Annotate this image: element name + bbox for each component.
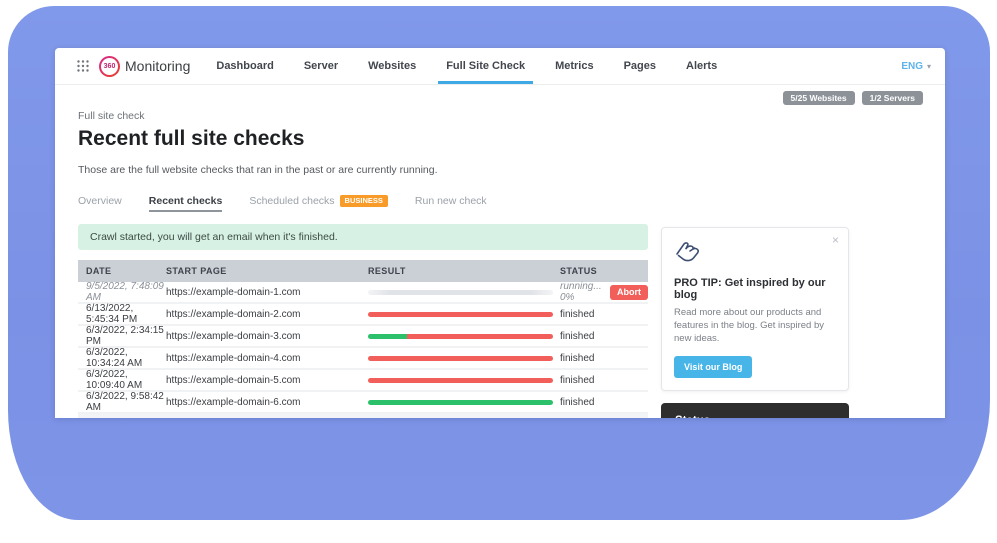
chevron-down-icon: ▾ <box>927 62 931 71</box>
table-header: DATE START PAGE RESULT STATUS <box>78 260 648 282</box>
col-status: STATUS <box>560 266 648 276</box>
check-date: 6/3/2022, 2:34:15 PM <box>78 325 166 347</box>
checks-column: Crawl started, you will get an email whe… <box>78 224 648 418</box>
protip-title: PRO TIP: Get inspired by our blog <box>674 277 836 301</box>
protip-body: Read more about our products and feature… <box>674 307 836 345</box>
check-status: running... 0% <box>560 281 603 303</box>
subtabs: Overview Recent checks Scheduled checks … <box>78 193 923 209</box>
brand-logo[interactable]: 360 Monitoring <box>99 56 190 77</box>
app-launcher-grid-icon[interactable] <box>77 60 89 72</box>
progress-bar <box>368 334 553 339</box>
abort-button[interactable]: Abort <box>610 285 648 300</box>
success-banner: Crawl started, you will get an email whe… <box>78 224 648 250</box>
nav-tab-full-site-check[interactable]: Full Site Check <box>446 48 525 84</box>
page-title: Recent full site checks <box>78 127 923 151</box>
tab-overview[interactable]: Overview <box>78 195 122 207</box>
check-url: https://example-domain-4.com <box>166 353 368 364</box>
nav-brand-area: 360 Monitoring <box>77 56 190 77</box>
col-result: RESULT <box>368 266 560 276</box>
language-selector[interactable]: ENG ▾ <box>901 61 931 72</box>
app-window: 360 Monitoring Dashboard Server Websites… <box>55 48 945 418</box>
nav-tab-websites[interactable]: Websites <box>368 48 416 84</box>
progress-bar <box>368 400 553 405</box>
breadcrumb: Full site check <box>78 110 923 122</box>
usage-badges: 5/25 Websites 1/2 Servers <box>78 91 923 105</box>
page-description: Those are the full website checks that r… <box>78 164 923 176</box>
nav-tab-server[interactable]: Server <box>304 48 338 84</box>
status-card-title: Status <box>675 415 835 418</box>
websites-usage-badge[interactable]: 5/25 Websites <box>783 91 855 105</box>
nav-tab-metrics[interactable]: Metrics <box>555 48 594 84</box>
check-url: https://example-domain-2.com <box>166 309 368 320</box>
check-url: https://example-domain-5.com <box>166 375 368 386</box>
table-row[interactable]: 6/3/2022, 9:58:42 AM https://example-dom… <box>78 392 648 414</box>
check-status: finished <box>560 375 648 386</box>
check-date: 6/3/2022, 10:34:24 AM <box>78 347 166 369</box>
col-date: DATE <box>78 266 166 276</box>
business-badge: BUSINESS <box>340 195 388 207</box>
check-status: finished <box>560 331 648 342</box>
top-navbar: 360 Monitoring Dashboard Server Websites… <box>55 48 945 85</box>
sidebar-column: × PRO TIP: Get inspired by our blog Read… <box>661 224 849 418</box>
table-row[interactable]: 6/3/2022, 10:09:40 AM https://example-do… <box>78 370 648 392</box>
page-content: 5/25 Websites 1/2 Servers Full site chec… <box>55 85 945 418</box>
nav-tab-dashboard[interactable]: Dashboard <box>216 48 273 84</box>
handshake-icon <box>674 251 708 268</box>
check-url: https://example-domain-3.com <box>166 331 368 342</box>
check-status: finished <box>560 397 648 408</box>
status-card: Status SERVERS 0 open alert(s) 0 servers… <box>661 403 849 418</box>
check-status: finished <box>560 353 648 364</box>
language-label: ENG <box>901 61 923 72</box>
table-row[interactable]: 6/13/2022, 5:45:34 PM https://example-do… <box>78 304 648 326</box>
check-date: 6/3/2022, 9:58:42 AM <box>78 391 166 413</box>
tab-scheduled-checks[interactable]: Scheduled checks BUSINESS <box>249 195 388 207</box>
brand-name: Monitoring <box>125 58 190 74</box>
nav-tab-alerts[interactable]: Alerts <box>686 48 717 84</box>
progress-bar <box>368 290 553 295</box>
table-footer-strip <box>78 414 648 418</box>
tab-scheduled-checks-label: Scheduled checks <box>249 195 334 207</box>
servers-usage-badge[interactable]: 1/2 Servers <box>862 91 923 105</box>
checks-table: DATE START PAGE RESULT STATUS 9/5/2022, … <box>78 260 648 418</box>
check-url: https://example-domain-1.com <box>166 287 368 298</box>
progress-bar <box>368 356 553 361</box>
tab-run-new-check[interactable]: Run new check <box>415 195 487 207</box>
visit-blog-button[interactable]: Visit our Blog <box>674 356 752 378</box>
check-date: 6/3/2022, 10:09:40 AM <box>78 369 166 391</box>
table-row[interactable]: 9/5/2022, 7:48:09 AM https://example-dom… <box>78 282 648 304</box>
page-background: 360 Monitoring Dashboard Server Websites… <box>0 0 997 543</box>
logo-360-icon: 360 <box>99 56 120 77</box>
check-status: finished <box>560 309 648 320</box>
progress-bar <box>368 312 553 317</box>
protip-card: × PRO TIP: Get inspired by our blog Read… <box>661 227 849 391</box>
main-nav-tabs: Dashboard Server Websites Full Site Chec… <box>216 48 717 84</box>
close-icon[interactable]: × <box>832 233 839 247</box>
check-url: https://example-domain-6.com <box>166 397 368 408</box>
tab-recent-checks[interactable]: Recent checks <box>149 195 223 207</box>
progress-bar <box>368 378 553 383</box>
table-row[interactable]: 6/3/2022, 10:34:24 AM https://example-do… <box>78 348 648 370</box>
col-start-page: START PAGE <box>166 266 368 276</box>
table-row[interactable]: 6/3/2022, 2:34:15 PM https://example-dom… <box>78 326 648 348</box>
check-date: 6/13/2022, 5:45:34 PM <box>78 303 166 325</box>
nav-tab-pages[interactable]: Pages <box>624 48 656 84</box>
check-date: 9/5/2022, 7:48:09 AM <box>78 281 166 303</box>
